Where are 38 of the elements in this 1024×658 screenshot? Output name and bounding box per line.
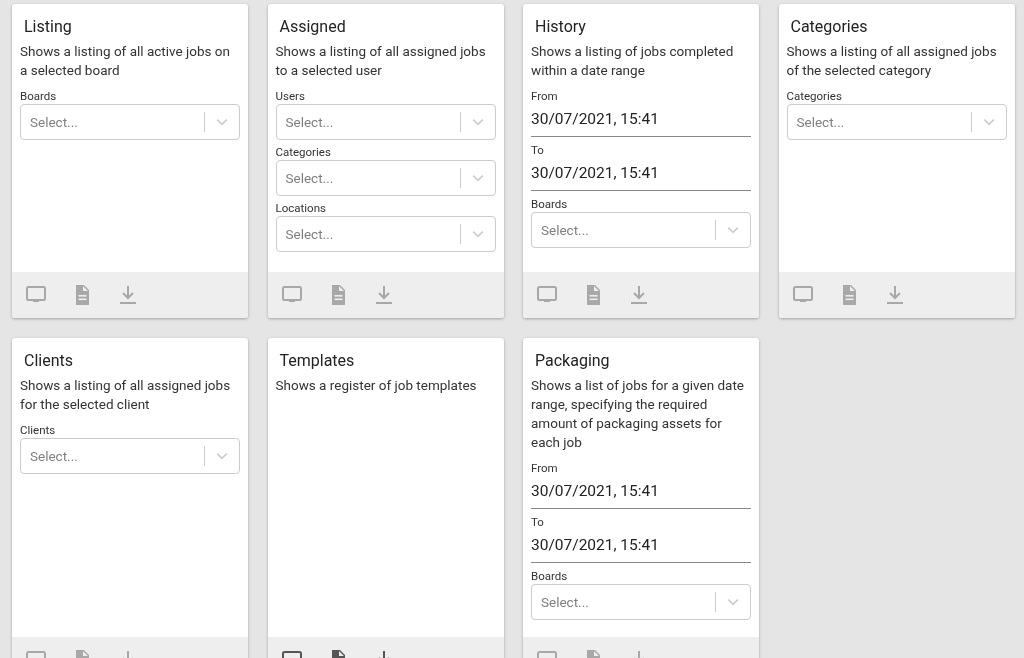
field-label: From [531,89,559,103]
field-label: Users [275,89,306,103]
card-title: Assigned [278,18,347,36]
field-label: To [531,515,545,529]
select-field[interactable]: Select... [20,438,240,474]
field-label: Clients [20,423,57,437]
select-field[interactable]: Select... [275,160,496,196]
card-description: Shows a register of job templates [275,376,478,395]
card-title: Categories [789,18,869,36]
card-title: Listing [23,18,73,36]
card-description: Shows a listing of all assigned jobs of the selected category [786,42,998,80]
card-description: Shows a listing of all assigned jobs to a selected user [275,42,487,80]
card-description: Shows a listing of all assigned jobs for the selected client [20,376,232,414]
field-label: Categories [786,89,843,103]
field-label: Categories [275,145,332,159]
card-description: Shows a list of jobs for a given date range, specifying the required amount of packaging assets for each job [531,376,745,452]
field-label: To [531,143,545,157]
card-description: Shows a listing of jobs completed within a date range [531,42,735,80]
card-description: Shows a listing of all active jobs on a selected board [20,42,231,80]
select-field[interactable]: Select... [531,212,751,248]
field-label: Boards [20,89,58,103]
select-field[interactable]: Select... [786,104,1007,140]
card-title: Templates [278,352,356,370]
card-title: Clients [23,352,74,370]
field-label: Locations [275,201,327,215]
date-field[interactable]: 30/07/2021, 15:41 [531,476,751,509]
field-label: Boards [531,569,569,583]
date-field[interactable]: 30/07/2021, 15:41 [531,530,751,563]
date-field[interactable]: 30/07/2021, 15:41 [531,158,751,191]
select-field[interactable]: Select... [275,104,496,140]
card-title: Packaging [534,352,611,370]
field-label: Boards [531,197,569,211]
select-field[interactable]: Select... [531,584,751,620]
card-title: History [534,18,587,36]
select-field[interactable]: Select... [20,104,240,140]
select-field[interactable]: Select... [275,216,496,252]
date-field[interactable]: 30/07/2021, 15:41 [531,104,751,137]
field-label: From [531,461,559,475]
